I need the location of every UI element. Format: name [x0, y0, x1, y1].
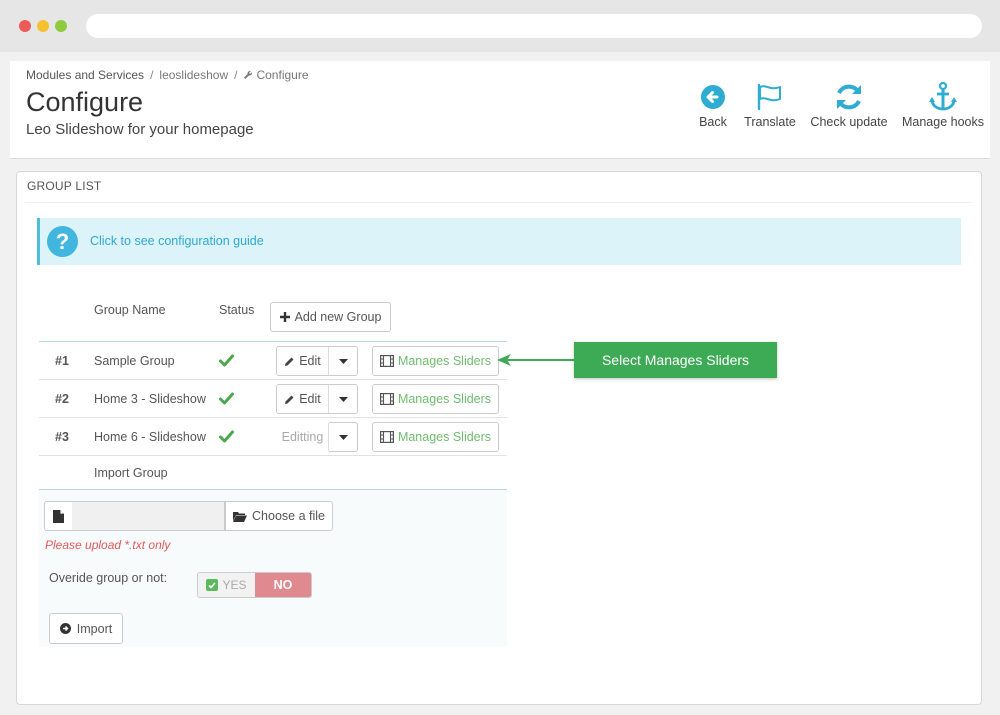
choose-file-button[interactable]: Choose a file — [225, 501, 333, 531]
edit-button-group: Editting — [276, 422, 358, 452]
checkbox-icon — [206, 579, 219, 591]
manages-sliders-button[interactable]: Manages Sliders — [372, 384, 499, 414]
header-group-name: Group Name — [94, 303, 166, 317]
override-label: Overide group or not: — [49, 571, 168, 585]
page-subtitle: Leo Slideshow for your homepage — [26, 121, 254, 138]
import-group-label: Import Group — [94, 466, 168, 480]
group-name: Sample Group — [94, 354, 175, 368]
check-update-button[interactable]: Check update — [809, 81, 889, 129]
film-icon — [379, 393, 394, 405]
edit-dropdown-toggle[interactable] — [329, 385, 357, 413]
question-icon: ? — [47, 226, 78, 257]
check-update-label: Check update — [810, 115, 888, 129]
caret-down-icon — [338, 434, 348, 440]
browser-chrome — [0, 0, 1000, 52]
edit-dropdown-toggle[interactable] — [329, 347, 357, 375]
table-row: #1 Sample Group Edit Manages Sliders — [39, 341, 507, 379]
editing-label: Editting — [277, 423, 329, 451]
annotation-callout: Select Manages Sliders — [574, 342, 777, 378]
table-row: #2 Home 3 - Slideshow Edit Manages Slide… — [39, 379, 507, 417]
anchor-icon — [929, 81, 957, 111]
override-toggle: YES NO — [197, 572, 312, 598]
row-number: #3 — [55, 430, 69, 444]
manages-sliders-button[interactable]: Manages Sliders — [372, 346, 499, 376]
breadcrumb-item-modules[interactable]: Modules and Services — [26, 68, 144, 82]
import-button[interactable]: Import — [49, 613, 123, 644]
folder-open-icon — [233, 511, 248, 522]
maximize-window-icon[interactable] — [55, 20, 67, 32]
breadcrumb-item-configure: Configure — [243, 68, 309, 82]
row-number: #1 — [55, 354, 69, 368]
header-status: Status — [219, 303, 255, 317]
file-path-input[interactable] — [72, 501, 225, 531]
configuration-guide-alert: ? Click to see configuration guide — [37, 218, 961, 265]
pencil-icon — [285, 357, 294, 366]
manage-hooks-label: Manage hooks — [901, 115, 984, 129]
row-number: #2 — [55, 392, 69, 406]
close-window-icon[interactable] — [19, 20, 31, 32]
back-label: Back — [699, 115, 727, 129]
file-icon-box[interactable] — [44, 501, 73, 531]
file-icon — [53, 509, 64, 523]
edit-dropdown-toggle[interactable] — [329, 422, 358, 452]
caret-down-icon — [338, 358, 348, 364]
add-new-group-button[interactable]: Add new Group — [270, 302, 391, 332]
page-header: Modules and Services / leoslideshow / Config… — [10, 61, 990, 159]
group-list-panel: GROUP LIST ? Click to see configuration … — [16, 171, 982, 705]
edit-button-group: Edit — [276, 384, 358, 414]
film-icon — [379, 431, 394, 443]
translate-label: Translate — [744, 115, 796, 129]
status-check-icon[interactable] — [219, 354, 234, 367]
upload-hint: Please upload *.txt only — [45, 538, 171, 552]
minimize-window-icon[interactable] — [37, 20, 49, 32]
table-row: #3 Home 6 - Slideshow Editting Manages S… — [39, 417, 507, 455]
panel-heading: GROUP LIST — [27, 179, 102, 193]
status-check-icon[interactable] — [219, 392, 234, 405]
refresh-icon — [837, 84, 861, 110]
manage-hooks-button[interactable]: Manage hooks — [901, 81, 985, 129]
breadcrumb-separator: / — [234, 68, 238, 82]
group-name: Home 6 - Slideshow — [94, 430, 206, 444]
status-check-icon[interactable] — [219, 430, 234, 443]
edit-button[interactable]: Edit — [277, 385, 329, 413]
breadcrumb: Modules and Services / leoslideshow / Config… — [26, 68, 309, 82]
translate-button[interactable]: Translate — [742, 81, 798, 129]
page-title: Configure — [26, 87, 144, 117]
arrow-circle-right-icon — [59, 623, 71, 634]
manages-sliders-button[interactable]: Manages Sliders — [372, 422, 499, 452]
back-button[interactable]: Back — [696, 81, 730, 129]
breadcrumb-item-leoslideshow[interactable]: leoslideshow — [159, 68, 228, 82]
page-content: Modules and Services / leoslideshow / Config… — [0, 52, 1000, 715]
wrench-icon — [244, 70, 253, 79]
plus-icon — [279, 312, 290, 322]
divider — [25, 202, 973, 203]
import-form: Choose a file Please upload *.txt only O… — [39, 489, 507, 647]
breadcrumb-separator: / — [150, 68, 154, 82]
configuration-guide-link[interactable]: Click to see configuration guide — [90, 234, 264, 248]
group-name: Home 3 - Slideshow — [94, 392, 206, 406]
annotation-arrow-icon — [497, 354, 575, 366]
caret-down-icon — [338, 396, 348, 402]
toggle-no-option[interactable]: NO — [255, 573, 311, 597]
film-icon — [379, 355, 394, 367]
flag-icon — [757, 83, 781, 111]
edit-button-group: Edit — [276, 346, 358, 376]
toggle-yes-option[interactable]: YES — [198, 573, 255, 597]
edit-button[interactable]: Edit — [277, 347, 329, 375]
import-group-row: Import Group — [39, 455, 507, 489]
pencil-icon — [285, 395, 294, 404]
address-bar[interactable] — [86, 14, 982, 38]
back-arrow-icon — [701, 85, 725, 109]
